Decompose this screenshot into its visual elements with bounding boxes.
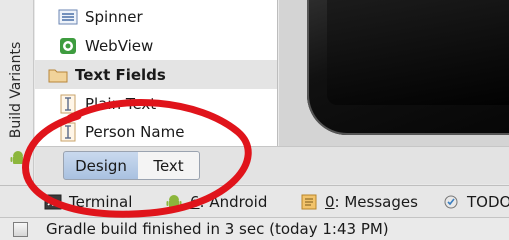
palette-item-label: WebView [85,36,154,55]
status-message: Gradle build finished in 3 sec (today 1:… [46,220,389,238]
palette-item-label: Person Name [85,122,185,141]
palette-panel: Spinner WebView Text Fields Plain Text P… [35,0,278,146]
todo-tool-button[interactable]: TODO [442,192,509,212]
android-label: : Android [199,193,268,211]
tab-text[interactable]: Text [138,151,200,180]
tool-windows-toggle[interactable] [13,222,28,237]
todo-label: TODO [467,193,509,211]
terminal-icon [44,193,62,211]
palette-item-webview[interactable]: WebView [35,31,277,60]
palette-group-label: Text Fields [75,65,166,84]
tab-design[interactable]: Design [63,151,139,180]
palette-item-plain-text[interactable]: Plain Text [35,89,277,118]
tool-window-bar: Terminal 6: Android 0: Messages TODO [0,185,509,217]
build-variants-label: Build Variants [8,41,24,139]
design-preview [279,0,509,146]
left-tool-strip: Build Variants [0,0,34,185]
build-variants-tab[interactable]: Build Variants [3,30,29,150]
android-icon[interactable] [10,150,26,166]
palette-group-text-fields[interactable]: Text Fields [35,60,277,89]
messages-tool-button[interactable]: 0: Messages [300,192,418,212]
device-screen [327,0,509,105]
terminal-tool-button[interactable]: Terminal [44,192,132,212]
messages-shortcut: 0 [325,193,335,211]
messages-icon [300,193,318,211]
messages-label: : Messages [334,193,418,211]
android-icon [165,193,183,211]
android-shortcut: 6 [190,193,200,211]
webview-icon [57,36,79,56]
terminal-label: Terminal [69,193,133,211]
palette-item-spinner[interactable]: Spinner [35,2,277,31]
text-field-icon [57,94,79,114]
folder-icon [47,65,69,85]
palette-item-person-name[interactable]: Person Name [35,117,277,146]
palette-item-label: Plain Text [85,94,157,113]
status-bar: Gradle build finished in 3 sec (today 1:… [0,217,509,240]
device-frame [307,0,509,135]
todo-icon [442,193,460,211]
spinner-icon [57,7,79,27]
palette-item-label: Spinner [85,7,143,26]
text-field-icon [57,122,79,142]
android-tool-button[interactable]: 6: Android [165,192,267,212]
editor-tab-bar: Design Text [35,146,509,184]
